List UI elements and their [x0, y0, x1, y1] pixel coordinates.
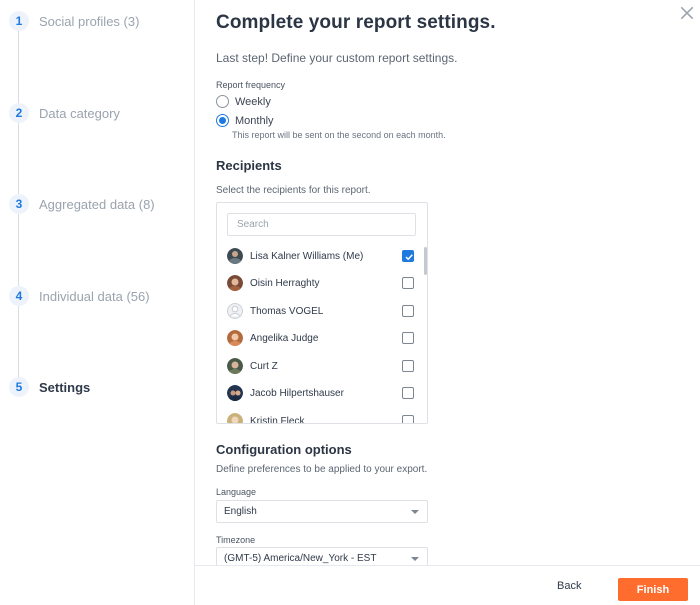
- step-individual-data[interactable]: 4 Individual data (56): [9, 286, 150, 306]
- recipient-checkbox[interactable]: [402, 332, 414, 344]
- step-number: 5: [9, 377, 29, 397]
- list-item[interactable]: Lisa Kalner Williams (Me): [217, 245, 422, 267]
- avatar: [227, 275, 243, 291]
- timezone-label: Timezone: [216, 535, 256, 545]
- recipient-checkbox[interactable]: [402, 250, 414, 262]
- recipient-checkbox[interactable]: [402, 305, 414, 317]
- finish-button[interactable]: Finish: [618, 578, 688, 601]
- step-social-profiles[interactable]: 1 Social profiles (3): [9, 11, 139, 31]
- step-label: Data category: [39, 105, 120, 121]
- stepper-sidebar: 1 Social profiles (3) 2 Data category 3 …: [0, 0, 195, 605]
- step-connector: [18, 31, 19, 103]
- step-number: 4: [9, 286, 29, 306]
- radio-label: Weekly: [235, 95, 271, 108]
- list-item[interactable]: Oisin Herraghty: [217, 272, 422, 294]
- step-number: 1: [9, 11, 29, 31]
- report-settings-panel: Complete your report settings. Last step…: [216, 0, 686, 565]
- step-settings[interactable]: 5 Settings: [9, 377, 90, 397]
- step-label: Settings: [39, 379, 91, 395]
- avatar: [227, 413, 243, 423]
- radio-label: Monthly: [235, 114, 274, 127]
- recipient-name: Jacob Hilpertshauser: [250, 387, 344, 399]
- radio-monthly[interactable]: Monthly: [216, 114, 274, 127]
- language-label: Language: [216, 487, 257, 497]
- radio-button[interactable]: [216, 95, 229, 108]
- avatar: [227, 330, 243, 346]
- avatar: [227, 385, 243, 401]
- timezone-select[interactable]: (GMT-5) America/New_York - EST: [216, 547, 428, 565]
- recipient-name: Oisin Herraghty: [250, 277, 320, 289]
- chevron-down-icon: [411, 510, 419, 514]
- step-label: Aggregated data (8): [39, 196, 155, 212]
- step-number: 2: [9, 103, 29, 123]
- avatar: [227, 303, 243, 319]
- step-connector: [18, 123, 19, 195]
- recipients-title: Recipients: [216, 158, 282, 173]
- recipient-checkbox[interactable]: [402, 277, 414, 289]
- footer-bar: Back Finish: [195, 565, 700, 605]
- recipient-name: Thomas VOGEL: [250, 305, 324, 317]
- page-title: Complete your report settings.: [216, 12, 496, 33]
- step-label: Social profiles (3): [39, 13, 140, 29]
- timezone-value: (GMT-5) America/New_York - EST: [224, 553, 377, 564]
- recipient-checkbox[interactable]: [402, 360, 414, 372]
- page-subtitle: Last step! Define your custom report set…: [216, 51, 458, 65]
- step-data-category[interactable]: 2 Data category: [9, 103, 120, 123]
- chevron-down-icon: [411, 557, 419, 561]
- step-label: Individual data (56): [39, 288, 150, 304]
- recipient-name: Kristin Fleck: [250, 415, 305, 424]
- configuration-description: Define preferences to be applied to your…: [216, 464, 428, 475]
- step-number: 3: [9, 194, 29, 214]
- language-value: English: [224, 506, 257, 517]
- radio-button[interactable]: [216, 114, 229, 127]
- back-button[interactable]: Back: [557, 580, 581, 592]
- list-item[interactable]: Thomas VOGEL: [217, 300, 422, 322]
- step-aggregated-data[interactable]: 3 Aggregated data (8): [9, 194, 155, 214]
- recipient-name: Angelika Judge: [250, 332, 319, 344]
- step-connector: [18, 306, 19, 378]
- list-item[interactable]: Curt Z: [217, 355, 422, 377]
- recipient-checkbox[interactable]: [402, 387, 414, 399]
- language-select[interactable]: English: [216, 500, 428, 523]
- frequency-label: Report frequency: [216, 80, 286, 90]
- radio-weekly[interactable]: Weekly: [216, 95, 271, 108]
- recipient-checkbox[interactable]: [402, 415, 414, 423]
- avatar: [227, 248, 243, 264]
- list-item[interactable]: Angelika Judge: [217, 327, 422, 349]
- recipients-scrollbar[interactable]: [424, 247, 427, 275]
- recipient-name: Lisa Kalner Williams (Me): [250, 250, 364, 262]
- avatar: [227, 358, 243, 374]
- list-item[interactable]: Jacob Hilpertshauser: [217, 382, 422, 404]
- configuration-title: Configuration options: [216, 442, 352, 457]
- step-connector: [18, 214, 19, 286]
- recipients-search-input[interactable]: [227, 213, 416, 236]
- recipients-description: Select the recipients for this report.: [216, 185, 371, 196]
- frequency-helper-text: This report will be sent on the second o…: [232, 130, 446, 140]
- list-item[interactable]: Kristin Fleck: [217, 410, 422, 424]
- recipients-list-box: Lisa Kalner Williams (Me) Oisin Herraght…: [216, 202, 428, 424]
- recipient-name: Curt Z: [250, 360, 278, 372]
